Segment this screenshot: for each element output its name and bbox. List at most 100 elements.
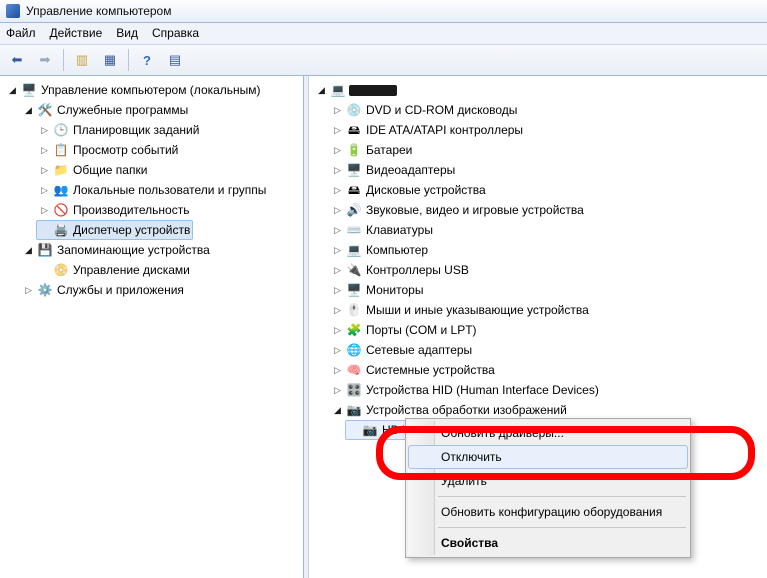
node-device-manager[interactable]: ▷ 🖨️ Диспетчер устройств (36, 220, 193, 240)
node-shared-folders[interactable]: ▷ 📁 Общие папки (36, 160, 150, 180)
cat-monitor[interactable]: ▷🖥️Мониторы (329, 280, 426, 300)
menu-action[interactable]: Действие (50, 23, 103, 43)
toolbar: ⬅ ➡ ▥ ▦ ? ▤ (0, 44, 767, 76)
cat-ports[interactable]: ▷🧩Порты (COM и LPT) (329, 320, 480, 340)
left-tree[interactable]: ◢ 🖥️ Управление компьютером (локальным) … (0, 76, 304, 578)
chevron-right-icon[interactable]: ▷ (39, 185, 50, 196)
event-icon: 📋 (53, 142, 69, 158)
chevron-right-icon[interactable]: ▷ (39, 165, 50, 176)
cat-computer[interactable]: ▷💻Компьютер (329, 240, 431, 260)
chevron-right-icon[interactable]: ▷ (332, 145, 343, 156)
node-system-tools[interactable]: ◢ 🛠️ Служебные программы (20, 100, 191, 120)
node-users-groups[interactable]: ▷ 👥 Локальные пользователи и группы (36, 180, 269, 200)
node-task-scheduler[interactable]: ▷ 🕒 Планировщик заданий (36, 120, 202, 140)
toolbar-separator (128, 49, 129, 71)
chevron-right-icon[interactable]: ▷ (39, 145, 50, 156)
node-disk-mgmt-label: Управление дисками (72, 261, 190, 279)
chevron-right-icon[interactable]: ▷ (332, 125, 343, 136)
chevron-right-icon[interactable]: ▷ (332, 265, 343, 276)
chevron-right-icon[interactable]: ▷ (332, 185, 343, 196)
cat-video[interactable]: ▷🖥️Видеоадаптеры (329, 160, 458, 180)
performance-icon: 🚫 (53, 202, 69, 218)
cat-imaging[interactable]: ◢ 📷 Устройства обработки изображений (329, 400, 570, 420)
menu-file[interactable]: Файл (6, 23, 36, 43)
cm-disable[interactable]: Отключить (408, 445, 688, 469)
chevron-right-icon[interactable]: ▷ (332, 325, 343, 336)
node-performance[interactable]: ▷ 🚫 Производительность (36, 200, 192, 220)
context-menu-separator (438, 527, 686, 528)
cat-disk-label: Дисковые устройства (365, 181, 486, 199)
chevron-right-icon[interactable]: ▷ (332, 345, 343, 356)
chevron-right-icon[interactable]: ▷ (332, 165, 343, 176)
chevron-right-icon[interactable]: ▷ (39, 205, 50, 216)
cm-delete[interactable]: Удалить (408, 469, 688, 493)
chevron-down-icon[interactable]: ◢ (316, 85, 327, 96)
menu-view[interactable]: Вид (116, 23, 138, 43)
cat-sysdev-label: Системные устройства (365, 361, 495, 379)
chevron-right-icon[interactable]: ▷ (332, 285, 343, 296)
node-event-viewer-label: Просмотр событий (72, 141, 178, 159)
chevron-right-icon[interactable]: ▷ (39, 125, 50, 136)
cat-disk[interactable]: ▷🖴Дисковые устройства (329, 180, 489, 200)
chevron-right-icon[interactable]: ▷ (332, 205, 343, 216)
network-icon: 🌐 (346, 342, 362, 358)
node-storage[interactable]: ◢ 💾 Запоминающие устройства (20, 240, 213, 260)
system-device-icon: 🧠 (346, 362, 362, 378)
node-event-viewer[interactable]: ▷ 📋 Просмотр событий (36, 140, 181, 160)
cat-keyboard-label: Клавиатуры (365, 221, 433, 239)
cat-usb[interactable]: ▷🔌Контроллеры USB (329, 260, 472, 280)
panel-icon: ▥ (76, 52, 88, 68)
app-icon (6, 4, 20, 18)
chevron-right-icon[interactable]: ▷ (332, 385, 343, 396)
cat-hid[interactable]: ▷🎛️Устройства HID (Human Interface Devic… (329, 380, 602, 400)
menubar: Файл Действие Вид Справка (0, 23, 767, 44)
node-services-apps[interactable]: ▷ ⚙️ Службы и приложения (20, 280, 187, 300)
properties-icon: ▦ (104, 52, 116, 68)
toolbar-misc-button[interactable]: ▤ (162, 47, 188, 73)
imaging-icon: 📷 (346, 402, 362, 418)
chevron-right-icon[interactable]: ▷ (23, 285, 34, 296)
node-root[interactable]: ◢ 🖥️ Управление компьютером (локальным) (4, 80, 264, 100)
chevron-right-icon[interactable]: ▷ (332, 225, 343, 236)
cat-sound[interactable]: ▷🔊Звуковые, видео и игровые устройства (329, 200, 587, 220)
chevron-right-icon[interactable]: ▷ (332, 365, 343, 376)
cat-sysdev[interactable]: ▷🧠Системные устройства (329, 360, 498, 380)
cat-keyboard[interactable]: ▷⌨️Клавиатуры (329, 220, 436, 240)
cm-update-drivers[interactable]: Обновить драйверы... (408, 421, 688, 445)
toolbar-show-hide-button[interactable]: ▥ (69, 47, 95, 73)
cat-ide[interactable]: ▷🖴IDE ATA/ATAPI контроллеры (329, 120, 526, 140)
context-menu: Обновить драйверы... Отключить Удалить О… (405, 418, 691, 558)
menu-help[interactable]: Справка (152, 23, 199, 43)
node-disk-mgmt[interactable]: ▷ 📀 Управление дисками (36, 260, 193, 280)
computer-category-icon: 💻 (346, 242, 362, 258)
toolbar-properties-button[interactable]: ▦ (97, 47, 123, 73)
ide-icon: 🖴 (346, 122, 362, 138)
toolbar-help-button[interactable]: ? (134, 47, 160, 73)
node-system-tools-label: Служебные программы (56, 101, 188, 119)
cat-net[interactable]: ▷🌐Сетевые адаптеры (329, 340, 475, 360)
cat-battery[interactable]: ▷🔋Батареи (329, 140, 415, 160)
device-root[interactable]: ◢ 💻 (313, 80, 400, 100)
chevron-down-icon[interactable]: ◢ (332, 405, 343, 416)
hid-icon: 🎛️ (346, 382, 362, 398)
toolbar-forward-button[interactable]: ➡ (32, 47, 58, 73)
chevron-right-icon[interactable]: ▷ (332, 105, 343, 116)
chevron-down-icon[interactable]: ◢ (7, 85, 18, 96)
cat-dvd[interactable]: ▷💿DVD и CD-ROM дисководы (329, 100, 520, 120)
arrow-left-icon: ⬅ (12, 52, 23, 68)
cat-mouse[interactable]: ▷🖱️Мыши и иные указывающие устройства (329, 300, 592, 320)
cm-scan-hardware[interactable]: Обновить конфигурацию оборудования (408, 500, 688, 524)
chevron-down-icon[interactable]: ◢ (23, 105, 34, 116)
cm-properties[interactable]: Свойства (408, 531, 688, 555)
ports-icon: 🧩 (346, 322, 362, 338)
toolbar-back-button[interactable]: ⬅ (4, 47, 30, 73)
chevron-right-icon[interactable]: ▷ (332, 245, 343, 256)
computer-mgmt-icon: 🖥️ (21, 82, 37, 98)
chevron-right-icon[interactable]: ▷ (332, 305, 343, 316)
chevron-down-icon[interactable]: ◢ (23, 245, 34, 256)
webcam-icon: 📷 (362, 422, 378, 438)
node-shared-folders-label: Общие папки (72, 161, 147, 179)
display-adapter-icon: 🖥️ (346, 162, 362, 178)
device-manager-icon: 🖨️ (53, 222, 69, 238)
titlebar: Управление компьютером (0, 0, 767, 23)
